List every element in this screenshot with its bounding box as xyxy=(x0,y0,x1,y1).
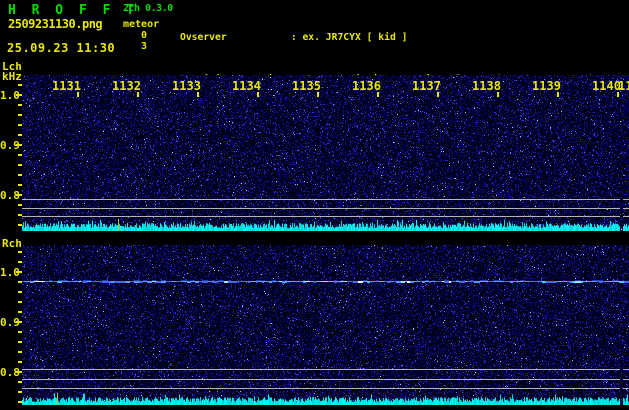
time-axis-label: 1140 xyxy=(592,79,621,93)
time-axis-label: 1139 xyxy=(532,79,561,93)
freq-minor-tick xyxy=(18,311,22,313)
freq-axis-label: 0.9 xyxy=(0,139,16,152)
freq-minor-tick xyxy=(18,381,22,383)
freq-minor-tick xyxy=(18,84,22,86)
freq-minor-tick xyxy=(18,401,22,403)
time-minor-tick xyxy=(377,92,379,97)
freq-minor-tick xyxy=(18,251,22,253)
time-minor-tick xyxy=(317,92,319,97)
freq-minor-tick xyxy=(18,361,22,363)
freq-minor-tick xyxy=(18,164,22,166)
freq-major-tick xyxy=(16,194,22,196)
freq-minor-tick xyxy=(18,134,22,136)
app-title: H R O F F T xyxy=(8,3,138,18)
freq-minor-tick xyxy=(18,261,22,263)
lch-spectrogram xyxy=(22,75,629,231)
lch-unit-label: kHz xyxy=(2,70,22,83)
hrofft-screen: { "header": { "app_title": "H R O F F T"… xyxy=(0,0,629,410)
time-axis-label: 1132 xyxy=(112,79,141,93)
freq-minor-tick xyxy=(18,224,22,226)
freq-axis-label: 0.9 xyxy=(0,316,16,329)
freq-axis-label: 0.8 xyxy=(0,189,16,202)
freq-minor-tick xyxy=(18,291,22,293)
freq-minor-tick xyxy=(18,174,22,176)
time-axis-label: 1138 xyxy=(472,79,501,93)
time-minor-tick xyxy=(197,92,199,97)
time-axis-label: 1134 xyxy=(232,79,261,93)
time-axis-label: 1131 xyxy=(52,79,81,93)
time-minor-tick xyxy=(557,92,559,97)
time-minor-tick xyxy=(437,92,439,97)
freq-minor-tick xyxy=(18,204,22,206)
freq-minor-tick xyxy=(18,104,22,106)
time-minor-tick xyxy=(137,92,139,97)
freq-major-tick xyxy=(16,94,22,96)
freq-minor-tick xyxy=(18,154,22,156)
freq-major-tick xyxy=(16,371,22,373)
freq-major-tick xyxy=(16,144,22,146)
freq-minor-tick xyxy=(18,114,22,116)
output-filename: 2509231130.png xyxy=(8,17,102,31)
freq-minor-tick xyxy=(18,331,22,333)
time-axis-label-partial: 11 xyxy=(618,79,629,93)
freq-minor-tick xyxy=(18,391,22,393)
freq-minor-tick xyxy=(18,351,22,353)
mode-label: meteor xyxy=(123,19,159,30)
date-time: 25.09.23 11:30 xyxy=(7,41,115,55)
freq-axis-label: 1.0 xyxy=(0,89,16,102)
time-axis-label: 1135 xyxy=(292,79,321,93)
freq-minor-tick xyxy=(18,281,22,283)
freq-major-tick xyxy=(16,321,22,323)
time-minor-tick xyxy=(257,92,259,97)
freq-axis-label: 1.0 xyxy=(0,266,16,279)
time-axis-label: 1136 xyxy=(352,79,381,93)
freq-minor-tick xyxy=(18,301,22,303)
app-version: 2ch 0.3.0 xyxy=(123,3,173,14)
freq-minor-tick xyxy=(18,214,22,216)
freq-minor-tick xyxy=(18,341,22,343)
observer-line: Ovserver : ex. JR7CYX [ kid ] xyxy=(180,31,623,45)
rch-spectrogram xyxy=(22,245,629,405)
time-axis-label: 1133 xyxy=(172,79,201,93)
meteor-count-bottom: 3 xyxy=(123,41,147,52)
freq-minor-tick xyxy=(18,124,22,126)
rch-channel-label: Rch xyxy=(2,237,22,250)
freq-axis-label: 0.8 xyxy=(0,366,16,379)
time-axis-label: 1137 xyxy=(412,79,441,93)
time-minor-tick xyxy=(77,92,79,97)
time-minor-tick xyxy=(497,92,499,97)
freq-major-tick xyxy=(16,271,22,273)
meteor-count-top: 0 xyxy=(123,30,147,41)
freq-minor-tick xyxy=(18,184,22,186)
